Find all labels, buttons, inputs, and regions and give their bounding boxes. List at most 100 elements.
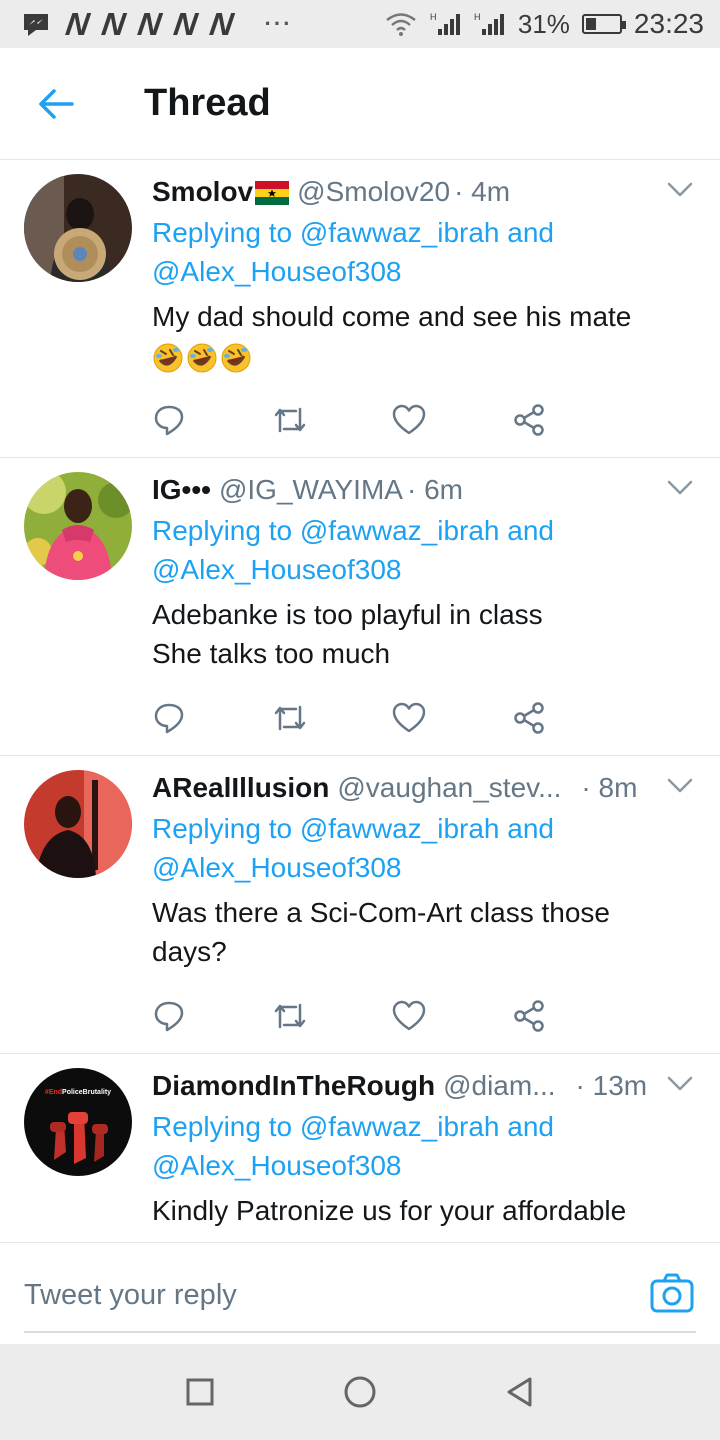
thread-feed[interactable]: Smolov @Smolov20 · 4m Replying to @fawwa… bbox=[0, 160, 720, 1242]
emoji-row bbox=[152, 336, 700, 375]
share-button[interactable] bbox=[512, 992, 632, 1040]
avatar[interactable] bbox=[24, 472, 132, 580]
avatar[interactable] bbox=[24, 770, 132, 878]
tweet-actions bbox=[152, 992, 632, 1040]
retweet-button[interactable] bbox=[272, 992, 392, 1040]
replying-to: Replying to @fawwaz_ibrah and @Alex_Hous… bbox=[152, 511, 700, 589]
notification-n-icon: N bbox=[99, 5, 127, 42]
notification-n-icon: N bbox=[207, 5, 236, 42]
tweet-timestamp: · 13m bbox=[575, 1070, 648, 1101]
mention-link[interactable]: @fawwaz_ibrah bbox=[300, 813, 500, 844]
triangle-back-icon bbox=[507, 1377, 532, 1407]
replying-to: Replying to @fawwaz_ibrah and @Alex_Hous… bbox=[152, 1107, 700, 1185]
system-nav-bar bbox=[0, 1344, 720, 1440]
chevron-down-icon[interactable] bbox=[666, 1074, 694, 1094]
rolling-laughing-emoji-icon bbox=[187, 343, 217, 373]
reply-button[interactable] bbox=[152, 396, 272, 444]
notification-n-icon: N bbox=[135, 5, 163, 42]
tweet-text: Adebanke is too playful in class She tal… bbox=[152, 595, 700, 673]
tweet-text: My dad should come and see his mate bbox=[152, 297, 700, 375]
tweet-author-name[interactable]: DiamondInTheRough bbox=[152, 1070, 435, 1102]
chevron-down-icon[interactable] bbox=[666, 478, 694, 498]
signal-1-icon: H bbox=[430, 12, 460, 35]
replying-to-label: Replying to bbox=[152, 217, 293, 248]
mention-link[interactable]: @Alex_Houseof308 bbox=[152, 852, 401, 883]
tweet[interactable]: Smolov @Smolov20 · 4m Replying to @fawwa… bbox=[0, 160, 720, 458]
svg-text:H: H bbox=[430, 12, 437, 22]
circle-icon bbox=[344, 1376, 376, 1408]
mention-link[interactable]: @Alex_Houseof308 bbox=[152, 554, 401, 585]
svg-text:#EndPoliceBrutality: #EndPoliceBrutality bbox=[45, 1089, 111, 1096]
reply-icon bbox=[154, 405, 184, 436]
mention-link[interactable]: @fawwaz_ibrah bbox=[300, 1111, 500, 1142]
and-word: and bbox=[507, 813, 554, 844]
replying-to: Replying to @fawwaz_ibrah and @Alex_Hous… bbox=[152, 809, 700, 887]
reply-icon bbox=[154, 1001, 184, 1032]
tweet-author-name[interactable]: IG••• bbox=[152, 474, 211, 506]
and-word: and bbox=[507, 217, 554, 248]
camera-icon[interactable] bbox=[650, 1273, 694, 1313]
share-icon bbox=[514, 702, 544, 734]
avatar[interactable] bbox=[24, 174, 132, 282]
tweet[interactable]: ARealIllusion @vaughan_stev... · 8m Repl… bbox=[0, 756, 720, 1054]
recent-apps-button[interactable] bbox=[168, 1360, 232, 1424]
tweet-author-handle[interactable]: @diam... bbox=[443, 1070, 555, 1102]
mention-link[interactable]: @fawwaz_ibrah bbox=[300, 217, 500, 248]
mention-link[interactable]: @Alex_Houseof308 bbox=[152, 256, 401, 287]
tweet-actions bbox=[152, 396, 632, 444]
wifi-icon bbox=[386, 13, 416, 36]
share-icon bbox=[514, 1000, 544, 1032]
notification-n-icon: N bbox=[171, 5, 200, 42]
back-nav-button[interactable] bbox=[488, 1360, 552, 1424]
battery-icon bbox=[581, 14, 626, 34]
rolling-laughing-emoji-icon bbox=[221, 343, 251, 373]
retweet-button[interactable] bbox=[272, 396, 392, 444]
home-button[interactable] bbox=[328, 1360, 392, 1424]
tweet-author-handle[interactable]: @Smolov20 bbox=[297, 176, 450, 208]
tweet[interactable]: IG••• @IG_WAYIMA · 6m Replying to @fawwa… bbox=[0, 458, 720, 756]
tweet-author-handle[interactable]: @IG_WAYIMA bbox=[219, 474, 403, 506]
replying-to: Replying to @fawwaz_ibrah and @Alex_Hous… bbox=[152, 213, 700, 291]
tweet-text-line: Was there a Sci-Com-Art class those bbox=[152, 897, 610, 928]
tweet-text-line: days? bbox=[152, 936, 227, 967]
share-button[interactable] bbox=[512, 396, 632, 444]
reply-underline bbox=[24, 1331, 696, 1333]
tweet-text-line: Adebanke is too playful in class bbox=[152, 599, 543, 630]
retweet-button[interactable] bbox=[272, 694, 392, 742]
back-button[interactable] bbox=[24, 72, 88, 136]
share-icon bbox=[514, 404, 544, 436]
battery-percent: 31% bbox=[517, 8, 570, 39]
replying-to-label: Replying to bbox=[152, 813, 293, 844]
retweet-icon bbox=[274, 407, 306, 433]
chevron-down-icon[interactable] bbox=[666, 776, 694, 796]
mention-link[interactable]: @fawwaz_ibrah bbox=[300, 515, 500, 546]
tweet-author-name[interactable]: ARealIllusion bbox=[152, 772, 329, 804]
reply-input[interactable] bbox=[24, 1267, 624, 1323]
tweet-timestamp: · 4m bbox=[454, 176, 511, 207]
tweet-text-line: My dad should come and see his mate bbox=[152, 301, 632, 332]
notification-icons: N N N N N ··· bbox=[20, 6, 293, 43]
like-button[interactable] bbox=[392, 694, 512, 742]
replying-to-label: Replying to bbox=[152, 515, 293, 546]
retweet-icon bbox=[274, 705, 306, 731]
and-word: and bbox=[507, 515, 554, 546]
retweet-icon bbox=[274, 1003, 306, 1029]
mention-link[interactable]: @Alex_Houseof308 bbox=[152, 1150, 401, 1181]
tweet-timestamp: · 6m bbox=[406, 474, 463, 505]
tweet[interactable]: #EndPoliceBrutality DiamondInTheRough @d… bbox=[0, 1054, 720, 1242]
ghana-flag-icon bbox=[255, 180, 290, 205]
svg-text:H: H bbox=[474, 12, 481, 22]
tweet-text-line: She talks too much bbox=[152, 638, 391, 669]
chevron-down-icon[interactable] bbox=[666, 180, 694, 200]
share-button[interactable] bbox=[512, 694, 632, 742]
reply-button[interactable] bbox=[152, 992, 272, 1040]
heart-icon bbox=[392, 404, 426, 435]
like-button[interactable] bbox=[392, 396, 512, 444]
reply-button[interactable] bbox=[152, 694, 272, 742]
tweet-author-handle[interactable]: @vaughan_stev... bbox=[337, 772, 561, 804]
avatar[interactable]: #EndPoliceBrutality bbox=[24, 1068, 132, 1176]
heart-icon bbox=[392, 1000, 426, 1031]
like-button[interactable] bbox=[392, 992, 512, 1040]
tweet-author-name[interactable]: Smolov bbox=[152, 176, 253, 208]
messenger-icon bbox=[24, 14, 48, 36]
